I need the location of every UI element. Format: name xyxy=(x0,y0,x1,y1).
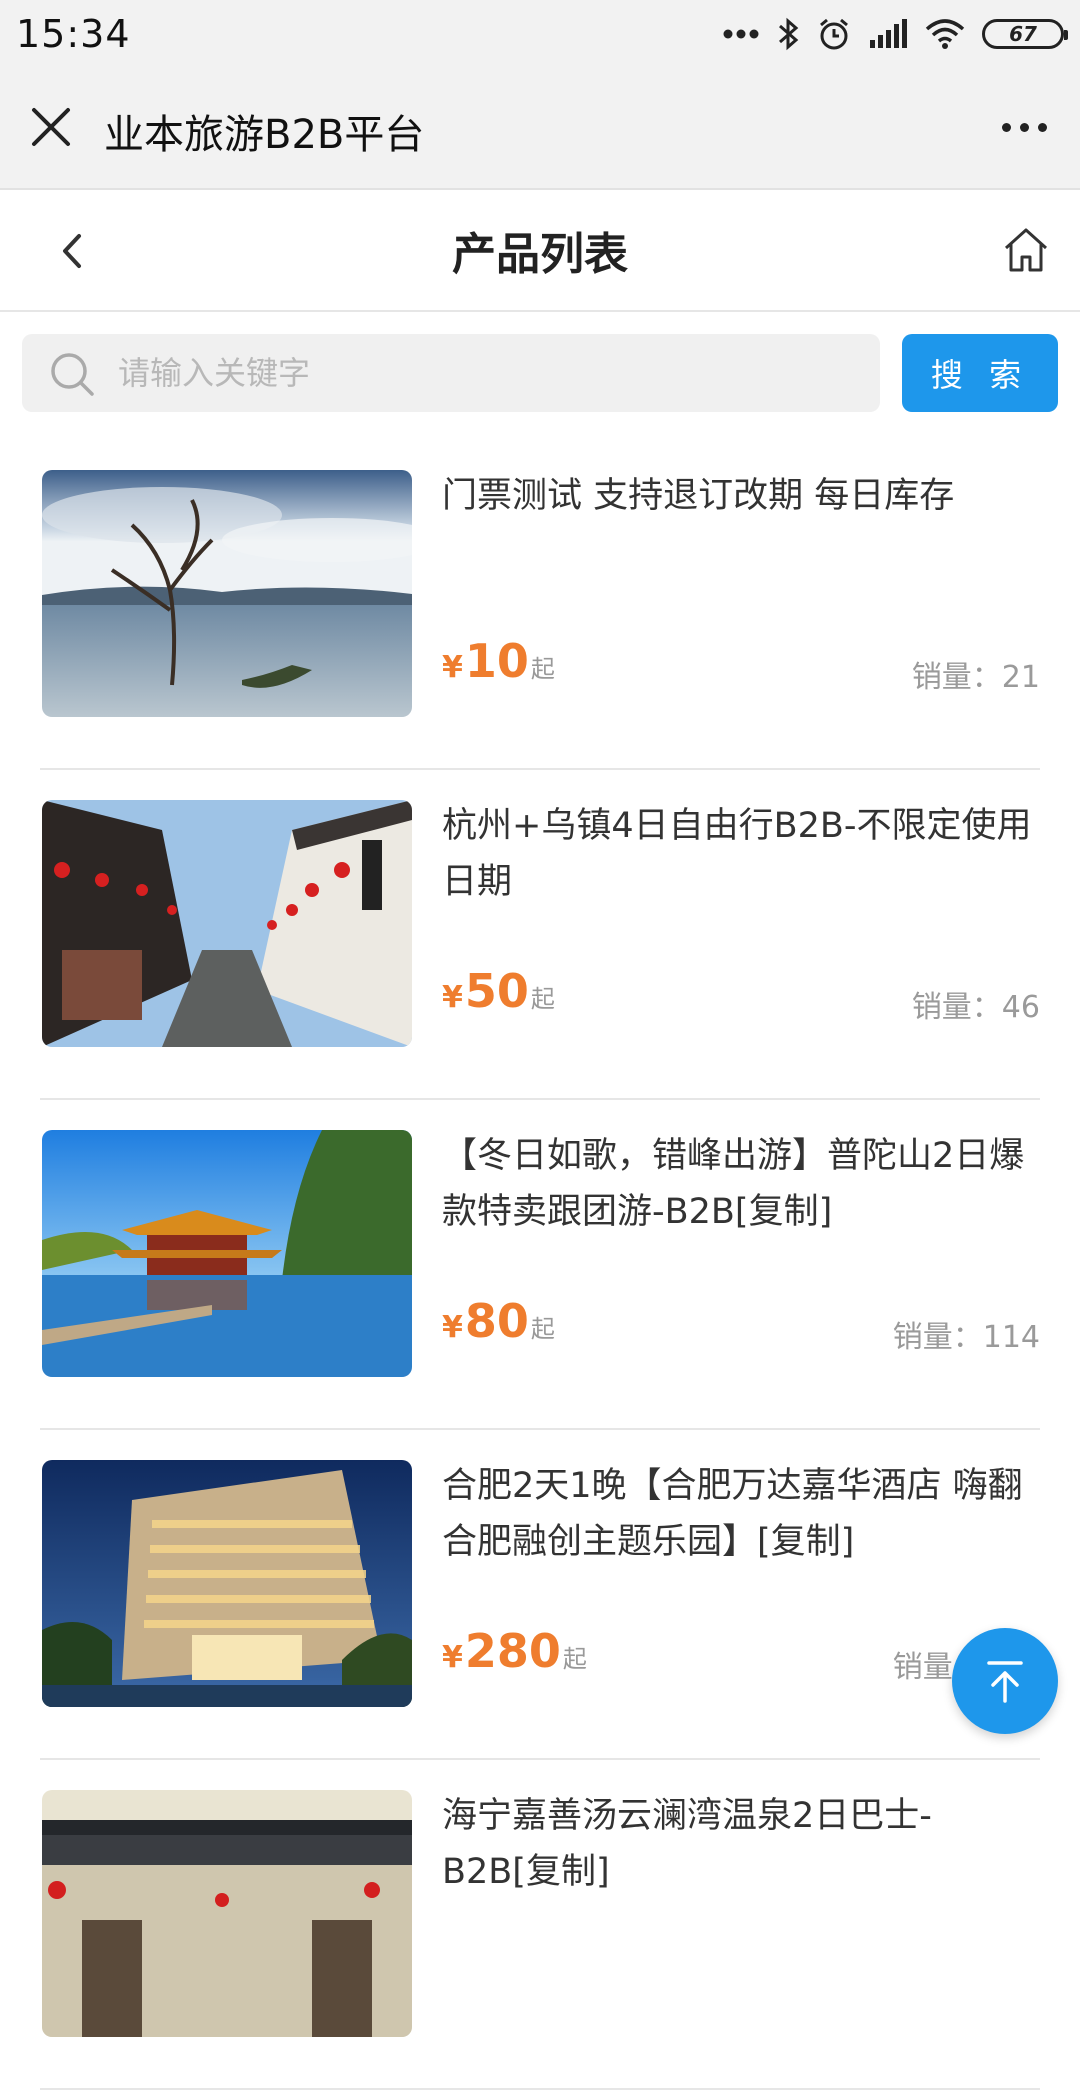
search-button[interactable]: 搜 索 xyxy=(902,334,1058,412)
webview-header: 业本旅游B2B平台 xyxy=(0,66,1080,190)
product-price: ¥ 10 起 xyxy=(442,634,555,688)
product-image xyxy=(42,1130,412,1377)
product-price: ¥ 280 起 xyxy=(442,1624,587,1678)
more-icon[interactable] xyxy=(992,102,1056,152)
product-title: 杭州+乌镇4日自由行B2B-不限定使用日期 xyxy=(442,806,1032,902)
price-suffix: 起 xyxy=(530,655,555,683)
product-title: 合肥2天1晚【合肥万达嘉华酒店 嗨翻合肥融创主题乐园】[复制] xyxy=(442,1466,1023,1562)
product-title: 【冬日如歌，错峰出游】普陀山2日爆款特卖跟团游-B2B[复制] xyxy=(442,1136,1025,1232)
page-title: 产品列表 xyxy=(452,229,628,280)
search-icon xyxy=(51,353,94,396)
wifi-icon xyxy=(925,19,965,49)
product-sales: 销量：114 xyxy=(892,1320,1040,1355)
more-dots-icon xyxy=(723,29,759,39)
status-bar: 15:34 67 xyxy=(0,0,1080,66)
battery-indicator: 67 xyxy=(982,19,1068,49)
arrow-up-icon xyxy=(987,1661,1023,1703)
product-item[interactable]: 【冬日如歌，错峰出游】普陀山2日爆款特卖跟团游-B2B[复制] ¥ 80 起 销… xyxy=(40,1100,1040,1430)
search-input[interactable] xyxy=(118,334,858,412)
price-value: 10 xyxy=(464,634,529,688)
webview-title: 业本旅游B2B平台 xyxy=(104,112,425,158)
price-value: 50 xyxy=(464,964,529,1018)
status-icons: 67 xyxy=(722,12,1068,56)
price-suffix: 起 xyxy=(530,985,555,1013)
price-currency: ¥ xyxy=(442,1640,463,1675)
search-box xyxy=(22,334,880,412)
price-suffix: 起 xyxy=(562,1645,587,1673)
price-value: 280 xyxy=(464,1624,561,1678)
product-item[interactable]: 杭州+乌镇4日自由行B2B-不限定使用日期 ¥ 50 起 销量：46 xyxy=(40,770,1040,1100)
product-price: ¥ 50 起 xyxy=(442,964,555,1018)
close-icon[interactable] xyxy=(24,100,78,154)
price-value: 80 xyxy=(464,1294,529,1348)
alarm-icon xyxy=(820,18,848,50)
signal-icon xyxy=(870,19,907,48)
product-title: 门票测试 支持退订改期 每日库存 xyxy=(442,476,955,516)
product-image xyxy=(42,800,412,1047)
product-item[interactable]: 门票测试 支持退订改期 每日库存 ¥ 10 起 销量：21 xyxy=(40,440,1040,770)
product-image xyxy=(42,470,412,717)
status-time: 15:34 xyxy=(16,12,131,56)
price-currency: ¥ xyxy=(442,1310,463,1345)
bluetooth-icon xyxy=(779,17,799,51)
price-currency: ¥ xyxy=(442,980,463,1015)
product-item[interactable]: 合肥2天1晚【合肥万达嘉华酒店 嗨翻合肥融创主题乐园】[复制] ¥ 280 起 … xyxy=(40,1430,1040,1760)
product-price: ¥ 80 起 xyxy=(442,1294,555,1348)
price-suffix: 起 xyxy=(530,1315,555,1343)
product-list: 门票测试 支持退订改期 每日库存 ¥ 10 起 销量：21 杭州+乌镇4日自由行… xyxy=(0,440,1080,2090)
product-sales: 销量：21 xyxy=(911,660,1040,695)
page-nav: 产品列表 xyxy=(0,190,1080,312)
price-currency: ¥ xyxy=(442,650,463,685)
product-item[interactable]: 海宁嘉善汤云澜湾温泉2日巴士-B2B[复制] xyxy=(40,1760,1040,2090)
product-title: 海宁嘉善汤云澜湾温泉2日巴士-B2B[复制] xyxy=(442,1796,932,1892)
back-to-top-button[interactable] xyxy=(952,1628,1058,1734)
home-icon[interactable] xyxy=(1000,224,1052,276)
product-sales: 销量：46 xyxy=(911,990,1040,1025)
product-image xyxy=(42,1790,412,2037)
product-image xyxy=(42,1460,412,1707)
